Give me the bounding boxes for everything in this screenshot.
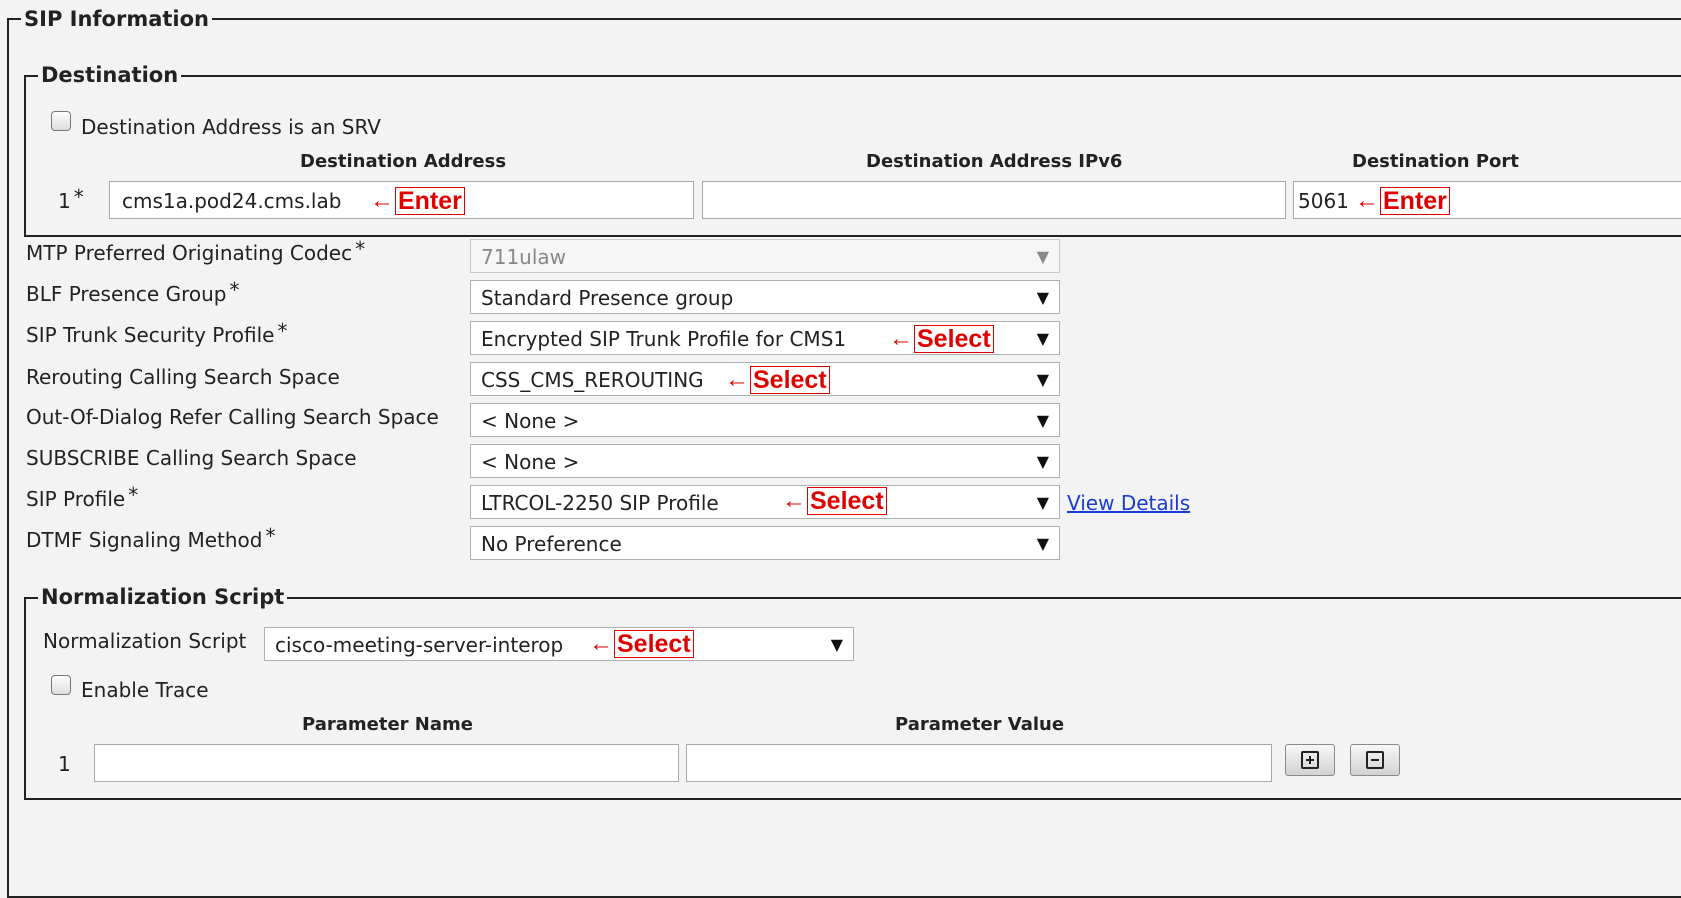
annotation-arrow-icon: ← [725,366,749,393]
annotation-select-rerouting-css: ← Select [725,366,830,394]
chevron-down-icon: ▼ [1036,452,1049,471]
column-header-parameter-value: Parameter Value [895,714,1065,735]
normalization-script-select[interactable]: cisco-meeting-server-interop ▼ [264,627,854,661]
annotation-text: Select [914,325,994,353]
srv-checkbox-label: Destination Address is an SRV [81,115,381,139]
column-header-destination-port: Destination Port [1352,151,1519,172]
add-parameter-button[interactable] [1285,744,1335,776]
field-label-subscribe-css: SUBSCRIBE Calling Search Space [26,445,357,471]
destination-address-value: cms1a.pod24.cms.lab [122,189,342,213]
required-asterisk: * [128,483,139,507]
chevron-down-icon: ▼ [1036,329,1049,348]
label-text: BLF Presence Group [26,282,227,306]
destination-port-value: 5061 [1298,189,1349,213]
normalization-legend: Normalization Script [38,585,288,609]
label-text: SUBSCRIBE Calling Search Space [26,446,357,470]
chevron-down-icon: ▼ [1036,411,1049,430]
chevron-down-icon: ▼ [830,635,843,654]
destination-legend: Destination [38,63,182,87]
label-text: MTP Preferred Originating Codec [26,241,353,265]
label-text: SIP Profile [26,487,126,511]
chevron-down-icon: ▼ [1036,247,1049,266]
blf-presence-select[interactable]: Standard Presence group ▼ [470,280,1060,314]
row-number-text: 1 [58,189,71,213]
annotation-text: Enter [1380,187,1450,215]
field-label-rerouting-css: Rerouting Calling Search Space [26,364,340,390]
normalization-script-label: Normalization Script [43,629,247,653]
field-label-ood-refer-css: Out-Of-Dialog Refer Calling Search Space [26,404,439,430]
ood-refer-css-select[interactable]: < None > ▼ [470,403,1060,437]
sip-profile-select[interactable]: LTRCOL-2250 SIP Profile ▼ [470,485,1060,519]
annotation-enter-port: ← Enter [1355,187,1450,215]
select-value: Standard Presence group [481,286,734,310]
required-asterisk: * [277,319,288,343]
annotation-text: Select [614,630,694,658]
required-asterisk: * [229,278,240,302]
select-value: 711ulaw [481,245,567,269]
field-label-sip-profile: SIP Profile * [26,483,139,512]
chevron-down-icon: ▼ [1036,370,1049,389]
field-label-blf-presence: BLF Presence Group * [26,278,240,307]
column-header-destination-ipv6: Destination Address IPv6 [866,151,1123,172]
select-value: LTRCOL-2250 SIP Profile [481,491,719,515]
required-asterisk: * [73,185,84,209]
annotation-arrow-icon: ← [1355,187,1379,214]
annotation-select-normalization-script: ← Select [589,630,694,658]
select-value: CSS_CMS_REROUTING [481,368,704,392]
parameter-value-input[interactable] [686,744,1272,782]
field-label-security-profile: SIP Trunk Security Profile * [26,319,288,348]
plus-square-icon [1301,751,1319,769]
annotation-select-security-profile: ← Select [889,325,994,353]
chevron-down-icon: ▼ [1036,534,1049,553]
parameter-row-number: 1 [58,752,71,776]
field-label-mtp-codec: MTP Preferred Originating Codec * [26,237,366,266]
destination-port-input[interactable]: 5061 [1293,181,1681,219]
annotation-text: Enter [395,187,465,215]
annotation-enter-address: ← Enter [370,187,465,215]
label-text: SIP Trunk Security Profile [26,323,275,347]
chevron-down-icon: ▼ [1036,288,1049,307]
subscribe-css-select[interactable]: < None > ▼ [470,444,1060,478]
destination-row-number: 1 * [58,185,84,214]
annotation-arrow-icon: ← [370,187,394,214]
select-value: Encrypted SIP Trunk Profile for CMS1 [481,327,847,351]
required-asterisk: * [265,524,276,548]
select-value: < None > [481,450,580,474]
select-value: cisco-meeting-server-interop [275,633,564,657]
label-text: Rerouting Calling Search Space [26,365,340,389]
enable-trace-checkbox[interactable] [51,675,71,695]
annotation-arrow-icon: ← [589,630,613,657]
annotation-text: Select [807,487,887,515]
column-header-parameter-name: Parameter Name [302,714,473,735]
sip-information-legend: SIP Information [21,7,212,31]
annotation-arrow-icon: ← [889,325,913,352]
annotation-arrow-icon: ← [782,487,806,514]
chevron-down-icon: ▼ [1036,493,1049,512]
destination-ipv6-input[interactable] [702,181,1286,219]
enable-trace-label: Enable Trace [81,678,209,702]
annotation-select-sip-profile: ← Select [782,487,887,515]
remove-parameter-button[interactable] [1350,744,1400,776]
parameter-name-input[interactable] [94,744,679,782]
field-label-dtmf: DTMF Signaling Method * [26,524,276,553]
select-value: No Preference [481,532,622,556]
dtmf-select[interactable]: No Preference ▼ [470,526,1060,560]
minus-square-icon [1366,751,1384,769]
annotation-text: Select [750,366,830,394]
mtp-codec-select: 711ulaw ▼ [470,239,1060,273]
select-value: < None > [481,409,580,433]
view-details-link[interactable]: View Details [1067,490,1190,516]
required-asterisk: * [355,237,366,261]
column-header-destination-address: Destination Address [300,151,507,172]
label-text: Out-Of-Dialog Refer Calling Search Space [26,405,439,429]
srv-checkbox[interactable] [51,111,71,131]
label-text: DTMF Signaling Method [26,528,263,552]
